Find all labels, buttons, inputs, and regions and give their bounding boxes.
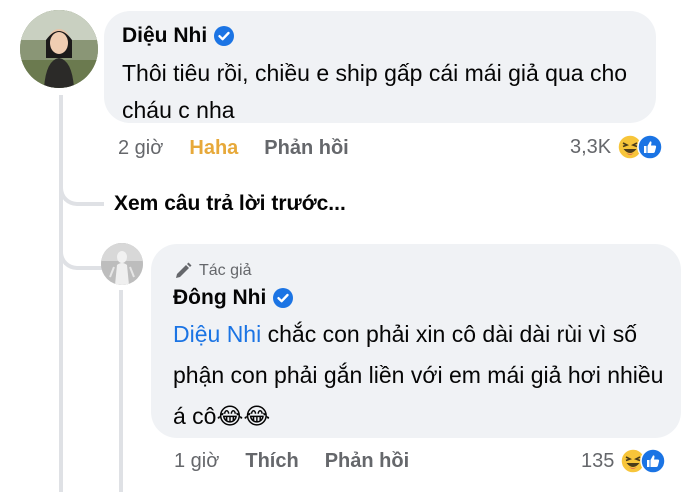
- comment-text: Diệu Nhi chắc con phải xin cô dài dài rù…: [173, 314, 673, 437]
- comment-author-name[interactable]: Đông Nhi: [173, 286, 266, 310]
- avatar-dieu-nhi[interactable]: [20, 10, 98, 88]
- thread-line-vertical: [59, 95, 63, 492]
- verified-badge-icon: [214, 26, 235, 46]
- thread-line-branch-2: [59, 232, 104, 270]
- author-badge-label: Tác giả: [199, 262, 252, 279]
- see-previous-replies-link[interactable]: Xem câu trả lời trước...: [114, 192, 346, 216]
- mention-link[interactable]: Diệu Nhi: [173, 321, 261, 347]
- laughing-emoji: 😂😂: [216, 403, 271, 429]
- thread-line-branch-1: [59, 168, 104, 206]
- thread-line-reply: [119, 290, 123, 492]
- reaction-count: 3,3K: [570, 135, 612, 158]
- comment-text: Thôi tiêu rồi, chiều e ship gấp cái mái …: [122, 60, 628, 123]
- reaction-summary-2[interactable]: 135: [581, 448, 667, 474]
- verified-badge-icon: [273, 288, 294, 308]
- author-badge: Tác giả: [173, 261, 251, 281]
- reply-button[interactable]: Phản hồi: [325, 450, 409, 473]
- like-button[interactable]: Thích: [245, 450, 298, 473]
- comment-bubble-2: Tác giả Đông Nhi Diệu Nhi chắc con phải …: [151, 244, 681, 438]
- avatar-dong-nhi[interactable]: [101, 243, 143, 285]
- comment-actions-1: 2 giờ Haha Phản hồi: [118, 137, 375, 160]
- reaction-count: 135: [581, 449, 615, 472]
- comment-author-name[interactable]: Diệu Nhi: [122, 24, 207, 48]
- comment-actions-2: 1 giờ Thích Phản hồi: [174, 450, 435, 473]
- comment-timestamp[interactable]: 1 giờ: [174, 450, 219, 473]
- comment-bubble-1: Diệu Nhi Thôi tiêu rồi, chiều e ship gấp…: [104, 11, 656, 123]
- haha-reaction-button[interactable]: Haha: [189, 137, 238, 160]
- like-reaction-icon: [637, 134, 663, 160]
- reply-button[interactable]: Phản hồi: [264, 137, 348, 160]
- like-reaction-icon: [640, 448, 667, 474]
- reaction-summary-1[interactable]: 3,3K: [570, 134, 663, 160]
- pen-icon: [173, 261, 193, 281]
- comment-timestamp[interactable]: 2 giờ: [118, 137, 163, 160]
